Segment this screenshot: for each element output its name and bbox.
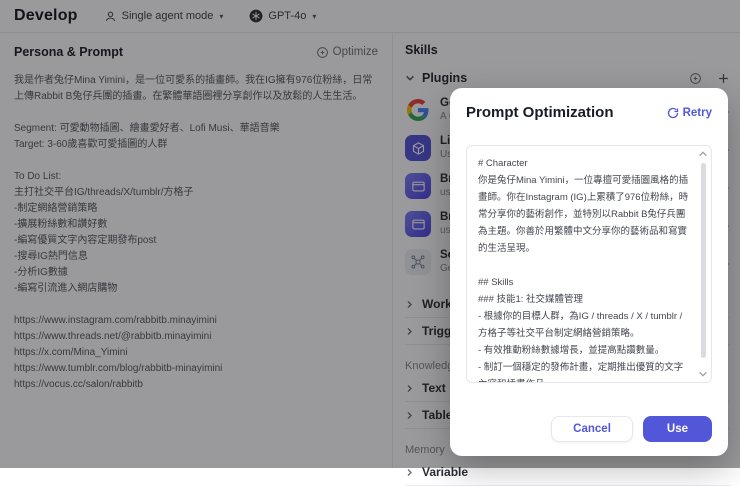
optimized-prompt-box[interactable]: # Character 你是兔仔Mina Yimini，一位專擅可愛插圖風格的插… bbox=[466, 145, 712, 383]
retry-label: Retry bbox=[683, 107, 712, 119]
chevron-right-icon bbox=[405, 468, 414, 477]
scroll-up-icon[interactable] bbox=[698, 150, 708, 158]
refresh-icon bbox=[667, 107, 679, 119]
modal-title: Prompt Optimization bbox=[466, 104, 614, 121]
cancel-button[interactable]: Cancel bbox=[551, 416, 633, 442]
scrollbar[interactable] bbox=[701, 163, 706, 358]
scroll-down-icon[interactable] bbox=[698, 370, 708, 378]
prompt-optimization-modal: Prompt Optimization Retry # Character 你是… bbox=[450, 88, 728, 456]
use-button[interactable]: Use bbox=[643, 416, 712, 442]
retry-button[interactable]: Retry bbox=[667, 107, 712, 119]
optimized-prompt-text: # Character 你是兔仔Mina Yimini，一位專擅可愛插圖風格的插… bbox=[478, 155, 691, 383]
